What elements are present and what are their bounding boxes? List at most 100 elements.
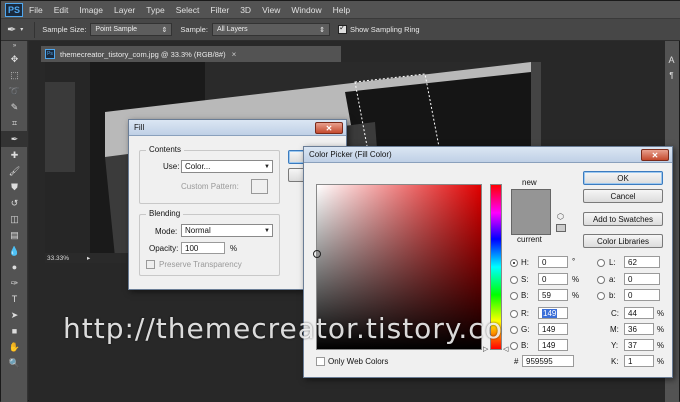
marquee-tool-icon[interactable]: ⬚ [1, 67, 28, 83]
l-radio[interactable] [597, 259, 605, 267]
menu-select[interactable]: Select [176, 5, 200, 15]
lab-b-input[interactable]: 0 [624, 289, 660, 301]
opacity-unit: % [230, 244, 238, 253]
close-icon[interactable]: ✕ [641, 149, 669, 161]
saturation-radio[interactable] [510, 276, 518, 284]
menu-file[interactable]: File [29, 5, 43, 15]
healing-brush-tool-icon[interactable]: ✚ [1, 147, 28, 163]
clone-stamp-tool-icon[interactable]: ⛊ [1, 179, 28, 195]
brush-tool-icon[interactable]: 🖌 [1, 163, 28, 179]
add-to-swatches-button[interactable]: Add to Swatches [583, 212, 663, 226]
paragraph-panel-icon[interactable]: ¶ [664, 71, 679, 80]
brightness-radio[interactable] [510, 292, 518, 300]
preserve-transparency-checkbox[interactable] [146, 260, 155, 269]
document-tab[interactable]: Ps themecreator_tistory_com.jpg @ 33.3% … [41, 46, 341, 62]
status-arrow-icon[interactable]: ▸ [87, 254, 90, 262]
hue-slider-left-arrow-icon[interactable]: ▷ [483, 345, 488, 353]
blue-label: B: [521, 341, 529, 350]
fill-dialog-titlebar[interactable]: Fill ✕ [129, 120, 346, 136]
r-input-selected-value: 149 [542, 308, 558, 318]
show-sampling-ring-checkbox[interactable] [337, 23, 347, 34]
rectangle-tool-icon[interactable]: ■ [1, 323, 28, 339]
gradient-tool-icon[interactable]: ▤ [1, 227, 28, 243]
color-field-marker[interactable] [313, 250, 321, 258]
chevron-down-icon: ▼ [264, 163, 270, 170]
hex-label: # [514, 357, 519, 366]
type-tool-icon[interactable]: T [1, 291, 28, 307]
lasso-tool-icon[interactable]: ➰ [1, 83, 28, 99]
hand-tool-icon[interactable]: ✋ [1, 339, 28, 355]
h-input[interactable]: 0 [538, 256, 568, 268]
eyedropper-tool-icon[interactable]: ✒ [7, 23, 16, 36]
k-input[interactable]: 1 [624, 355, 654, 367]
document-title: themecreator_tistory_com.jpg @ 33.3% (RG… [60, 49, 226, 59]
sample-select[interactable]: All Layers ⇕ [211, 23, 330, 36]
ps-file-icon: Ps [45, 49, 55, 59]
eraser-tool-icon[interactable]: ◫ [1, 211, 28, 227]
close-icon[interactable]: × [232, 50, 237, 59]
blue-radio[interactable] [510, 342, 518, 350]
cube-icon[interactable]: ⬡ [557, 212, 564, 221]
use-select[interactable]: Color... ▼ [181, 160, 273, 173]
g-label: G: [521, 325, 530, 334]
ok-button[interactable]: OK [583, 171, 663, 185]
red-radio[interactable] [510, 310, 518, 318]
quick-select-tool-icon[interactable]: ✎ [1, 99, 28, 115]
character-panel-icon[interactable]: A [664, 55, 679, 65]
menu-view[interactable]: View [262, 5, 280, 15]
sample-size-select[interactable]: Point Sample ⇕ [90, 23, 173, 36]
cancel-button[interactable]: Cancel [583, 189, 663, 203]
r-input[interactable]: 149 [538, 307, 568, 319]
hue-slider-right-arrow-icon[interactable]: ◁ [503, 345, 508, 353]
menu-edit[interactable]: Edit [54, 5, 69, 15]
menu-help[interactable]: Help [333, 5, 350, 15]
custom-pattern-swatch[interactable] [251, 179, 268, 194]
menu-3d[interactable]: 3D [240, 5, 251, 15]
collapse-icon[interactable]: » [1, 41, 28, 51]
pen-tool-icon[interactable]: ✑ [1, 275, 28, 291]
path-select-tool-icon[interactable]: ➤ [1, 307, 28, 323]
color-libraries-button[interactable]: Color Libraries [583, 234, 663, 248]
menu-type[interactable]: Type [146, 5, 164, 15]
lab-b-radio[interactable] [597, 292, 605, 300]
menu-layer[interactable]: Layer [114, 5, 135, 15]
tool-preset-chevron-icon[interactable]: ▾ [20, 26, 23, 33]
l-input[interactable]: 62 [624, 256, 660, 268]
g-input[interactable]: 149 [538, 323, 568, 335]
menu-filter[interactable]: Filter [210, 5, 229, 15]
zoom-tool-icon[interactable]: 🔍 [1, 355, 28, 371]
menu-image[interactable]: Image [79, 5, 103, 15]
m-input[interactable]: 36 [624, 323, 654, 335]
color-picker-titlebar[interactable]: Color Picker (Fill Color) ✕ [304, 147, 672, 163]
dodge-tool-icon[interactable]: ● [1, 259, 28, 275]
blue-input[interactable]: 149 [538, 339, 568, 351]
y-input[interactable]: 37 [624, 339, 654, 351]
blur-tool-icon[interactable]: 💧 [1, 243, 28, 259]
opacity-label: Opacity: [149, 244, 179, 253]
history-brush-tool-icon[interactable]: ↺ [1, 195, 28, 211]
menu-bar: PS File Edit Image Layer Type Select Fil… [1, 1, 680, 19]
only-web-colors-checkbox[interactable] [316, 357, 325, 366]
divider [34, 21, 36, 38]
c-input[interactable]: 44 [624, 307, 654, 319]
b-input[interactable]: 59 [538, 289, 568, 301]
crop-tool-icon[interactable]: ⌗ [1, 115, 28, 131]
move-tool-icon[interactable]: ✥ [1, 51, 28, 67]
menu-window[interactable]: Window [291, 5, 321, 15]
hue-radio[interactable] [510, 259, 518, 267]
zoom-level[interactable]: 33.33% [47, 255, 69, 262]
green-radio[interactable] [510, 326, 518, 334]
blending-label: Blending [146, 209, 184, 218]
web-safe-swatch-icon[interactable] [556, 224, 566, 232]
only-web-colors-label: Only Web Colors [328, 357, 389, 366]
s-input[interactable]: 0 [538, 273, 568, 285]
a-input[interactable]: 0 [624, 273, 660, 285]
opacity-input[interactable]: 100 [181, 242, 225, 254]
contents-group: Contents [139, 145, 280, 204]
h-unit: ° [572, 257, 576, 266]
a-radio[interactable] [597, 276, 605, 284]
hex-input[interactable]: 959595 [522, 355, 574, 367]
mode-select[interactable]: Normal ▼ [181, 224, 273, 237]
close-icon[interactable]: ✕ [315, 122, 343, 134]
eyedropper-tool-icon[interactable]: ✒ [1, 131, 28, 147]
